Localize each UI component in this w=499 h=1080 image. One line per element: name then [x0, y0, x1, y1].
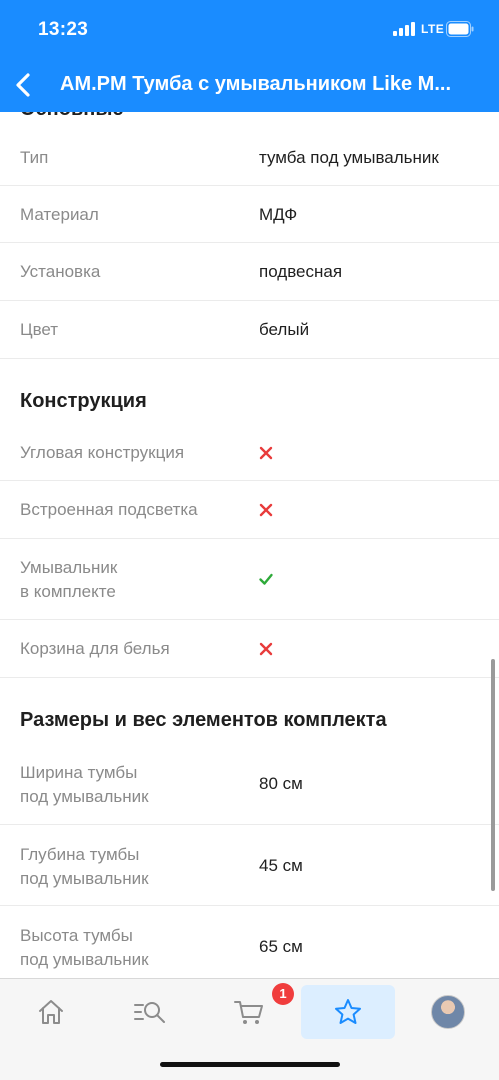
spec-value: тумба под умывальник — [259, 148, 439, 167]
cross-icon — [259, 503, 273, 517]
status-bar: 13:23 LTE — [0, 0, 499, 60]
spec-row: Встроенная подсветка — [0, 481, 499, 539]
spec-label: Цвет — [20, 320, 59, 339]
spec-label: Угловая конструкция — [20, 443, 185, 462]
cart-icon — [234, 1001, 263, 1024]
spec-label: Высота тумбы под умывальник — [20, 926, 149, 969]
cross-icon — [259, 446, 273, 460]
checkmark-icon — [259, 573, 273, 585]
spec-label: Встроенная подсветка — [20, 500, 198, 519]
spec-row: Ширина тумбы под умывальник 80 см — [0, 743, 499, 825]
spec-row: Цвет белый — [0, 301, 499, 359]
back-arrow-icon[interactable] — [12, 70, 34, 100]
spec-value: МДФ — [259, 205, 298, 224]
signal-icon — [393, 22, 415, 36]
spec-row: Высота тумбы под умывальник 65 см — [0, 906, 499, 978]
spec-label: Глубина тумбы под умывальник — [20, 845, 149, 888]
section-title-dimensions: Размеры и вес элементов комплекта — [20, 709, 387, 731]
spec-row: Угловая конструкция — [0, 424, 499, 481]
favorites-star-icon — [335, 999, 361, 1024]
spec-label: Корзина для белья — [20, 639, 170, 658]
spec-label: Установка — [20, 262, 101, 281]
specs-content[interactable]: Основные Тип тумба под умывальник Матери… — [0, 112, 499, 978]
spec-label: Ширина тумбы под умывальник — [20, 763, 149, 806]
spec-row: Корзина для белья — [0, 620, 499, 678]
nav-home[interactable] — [4, 985, 98, 1039]
spec-row: Тип тумба под умывальник — [0, 129, 499, 186]
spec-label: Умывальник в комплекте — [20, 558, 118, 601]
spec-row: Материал МДФ — [0, 186, 499, 243]
spec-value: 45 см — [259, 856, 303, 875]
network-label: LTE — [421, 22, 445, 36]
nav-profile[interactable] — [401, 985, 495, 1039]
battery-icon — [446, 21, 474, 37]
home-indicator — [160, 1062, 340, 1067]
spec-value: 65 см — [259, 937, 303, 956]
cross-icon — [259, 642, 273, 656]
nav-favorites[interactable] — [301, 985, 395, 1039]
section-title-main: Основные — [20, 112, 124, 121]
scrollbar[interactable] — [491, 659, 495, 891]
spec-row: Глубина тумбы под умывальник 45 см — [0, 825, 499, 906]
nav-catalog[interactable] — [103, 985, 197, 1039]
spec-row: Умывальник в комплекте — [0, 539, 499, 620]
catalog-search-icon — [134, 1002, 165, 1023]
spec-label: Тип — [20, 148, 49, 167]
page-title: AM.PM Тумба с умывальником Like M... — [60, 73, 451, 95]
section-title-construction: Конструкция — [20, 390, 147, 412]
cart-badge: 1 — [272, 983, 294, 1005]
spec-value: белый — [259, 320, 310, 339]
spec-row: Установка подвесная — [0, 243, 499, 301]
status-time: 13:23 — [38, 19, 89, 40]
spec-value: подвесная — [259, 262, 343, 281]
spec-value: 80 см — [259, 774, 303, 793]
profile-avatar — [431, 995, 465, 1029]
spec-label: Материал — [20, 205, 99, 224]
home-icon — [39, 1000, 63, 1024]
top-bar: 13:23 LTE AM.PM Тумба с умывальником Lik… — [0, 0, 499, 112]
